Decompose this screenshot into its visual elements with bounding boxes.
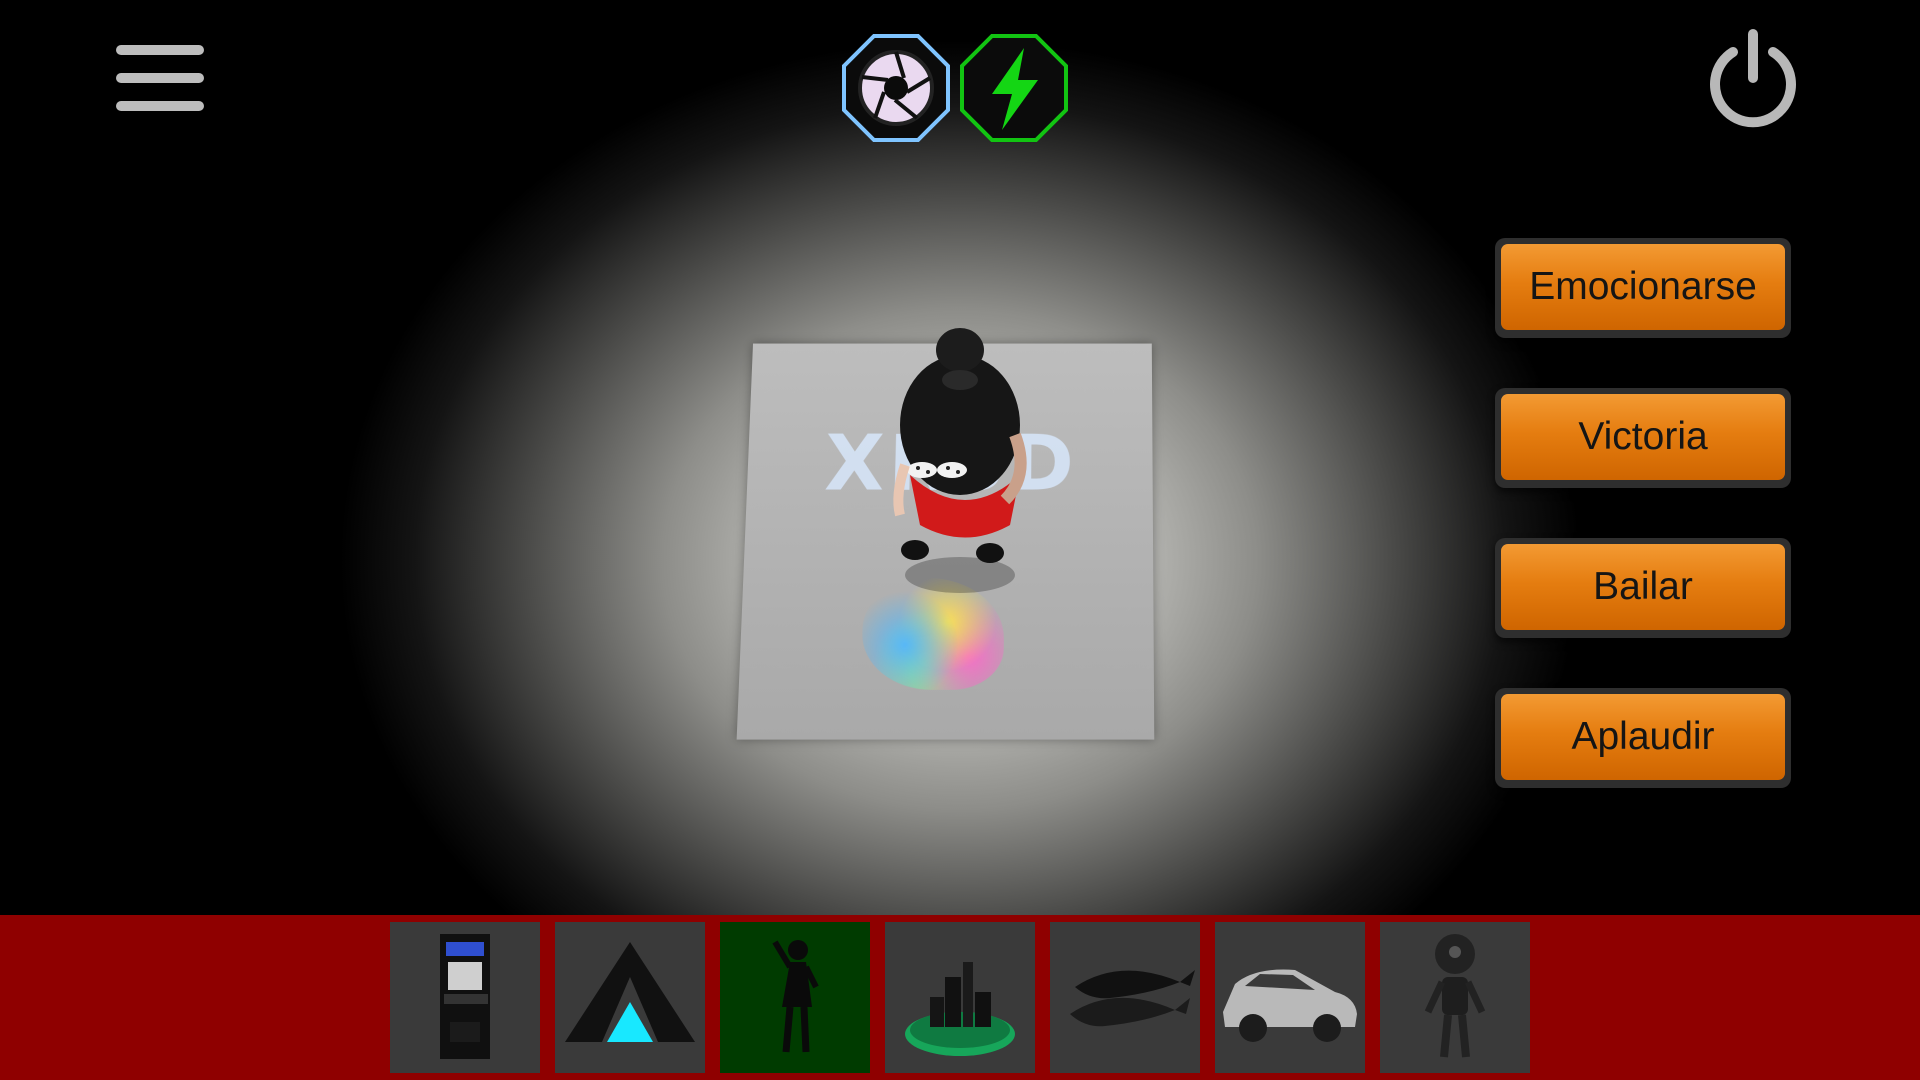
model-selector-tray bbox=[0, 915, 1920, 1080]
victoria-label: Victoria bbox=[1501, 394, 1785, 480]
lightning-bolt-icon[interactable] bbox=[958, 32, 1070, 144]
camera-shutter-icon[interactable] bbox=[840, 32, 952, 144]
aplaudir-label: Aplaudir bbox=[1501, 694, 1785, 780]
victoria-button[interactable]: Victoria bbox=[1495, 388, 1791, 488]
hamburger-menu-icon[interactable] bbox=[116, 45, 204, 111]
arcade-machine-icon[interactable] bbox=[390, 922, 540, 1073]
emocionarse-label: Emocionarse bbox=[1501, 244, 1785, 330]
whales-icon[interactable] bbox=[1050, 922, 1200, 1073]
city-island-icon[interactable] bbox=[885, 922, 1035, 1073]
bailar-button[interactable]: Bailar bbox=[1495, 538, 1791, 638]
triangle-logo-icon[interactable] bbox=[555, 922, 705, 1073]
robot-icon[interactable] bbox=[1380, 922, 1530, 1073]
emocionarse-button[interactable]: Emocionarse bbox=[1495, 238, 1791, 338]
bailar-label: Bailar bbox=[1501, 544, 1785, 630]
girl-3d-character bbox=[893, 328, 1027, 593]
car-icon[interactable] bbox=[1215, 922, 1365, 1073]
aplaudir-button[interactable]: Aplaudir bbox=[1495, 688, 1791, 788]
power-icon[interactable] bbox=[1705, 28, 1801, 128]
girl-character-icon[interactable] bbox=[720, 922, 870, 1073]
